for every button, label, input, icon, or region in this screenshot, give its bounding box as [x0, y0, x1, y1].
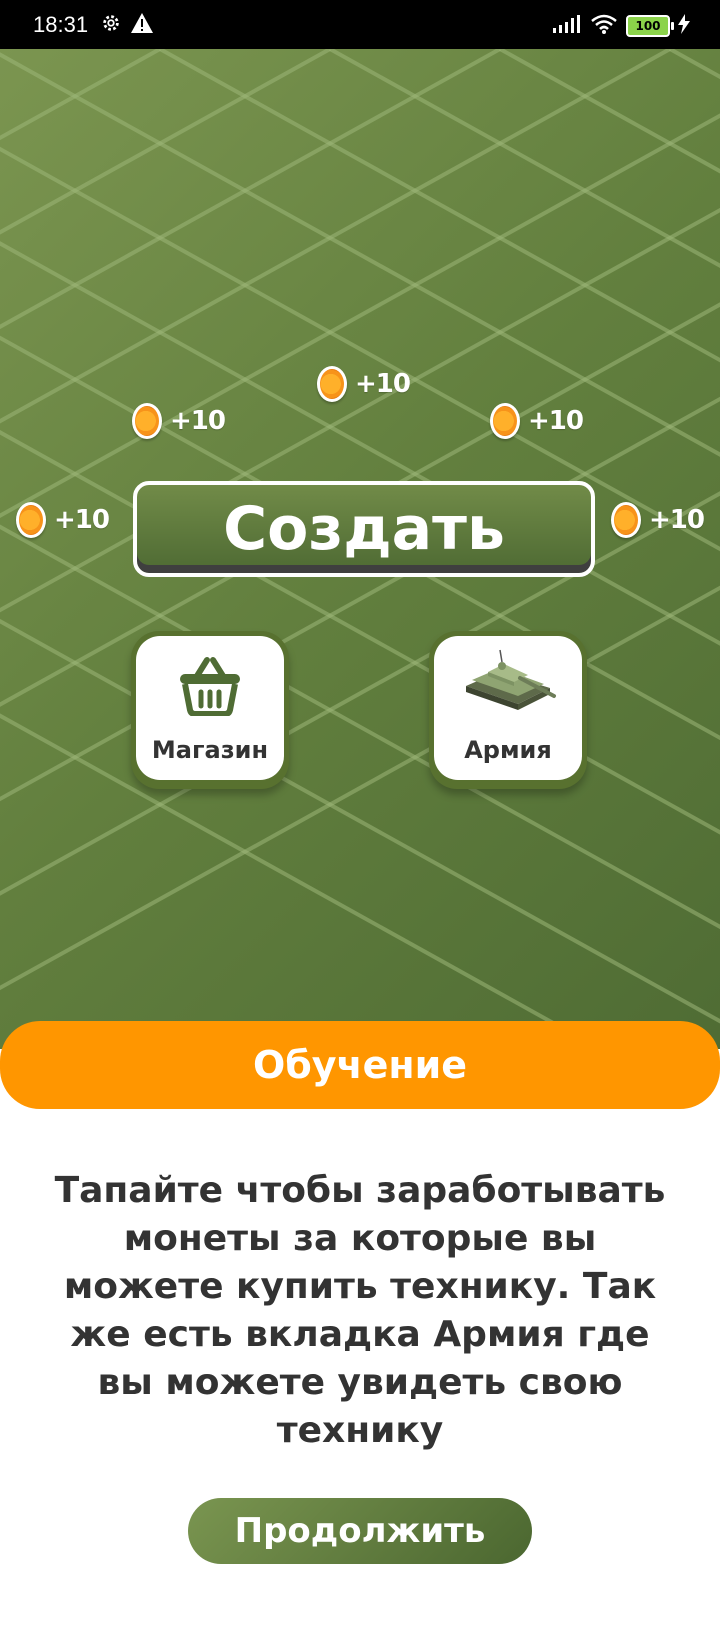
create-button[interactable]: Создать: [133, 481, 595, 577]
coin-icon: [317, 366, 347, 402]
status-right-icons: 100: [552, 13, 690, 39]
coin-icon: [132, 403, 162, 439]
shop-tile[interactable]: Магазин: [136, 636, 284, 780]
coin-reward: +10: [490, 403, 584, 439]
warning-icon: [130, 12, 154, 38]
tutorial-text: Тапайте чтобы заработывать монеты за кот…: [54, 1170, 666, 1451]
coin-reward-label: +10: [170, 406, 226, 436]
army-tile[interactable]: Армия: [434, 636, 582, 780]
signal-icon: [552, 14, 582, 38]
shop-button[interactable]: Магазин: [131, 631, 289, 789]
status-left-icons: [100, 12, 154, 38]
wifi-icon: [590, 13, 618, 39]
coin-reward: +10: [317, 366, 411, 402]
tutorial-title: Обучение: [0, 1021, 720, 1109]
shop-label: Магазин: [151, 736, 269, 764]
battery-icon: 100: [626, 15, 674, 37]
tank-icon: [434, 646, 582, 716]
coin-reward-label: +10: [355, 369, 411, 399]
coin-icon: [490, 403, 520, 439]
coin-icon: [16, 502, 46, 538]
coin-reward: +10: [16, 502, 110, 538]
charging-icon: [678, 14, 690, 38]
game-area[interactable]: +10 +10 +10 +10 +10 Создать Магазин Арми…: [0, 49, 720, 1049]
coin-reward: +10: [132, 403, 226, 439]
gear-icon: [100, 12, 122, 38]
coin-reward-label: +10: [528, 406, 584, 436]
coin-reward-label: +10: [54, 505, 110, 535]
army-label: Армия: [464, 736, 552, 764]
coin-reward: +10: [611, 502, 705, 538]
army-button[interactable]: Армия: [429, 631, 587, 789]
coin-icon: [611, 502, 641, 538]
basket-icon: [136, 654, 284, 716]
continue-button[interactable]: Продолжить: [188, 1498, 532, 1564]
coin-reward-label: +10: [649, 505, 705, 535]
status-time: 18:31: [33, 12, 89, 37]
status-bar: 18:31 100: [0, 0, 720, 49]
